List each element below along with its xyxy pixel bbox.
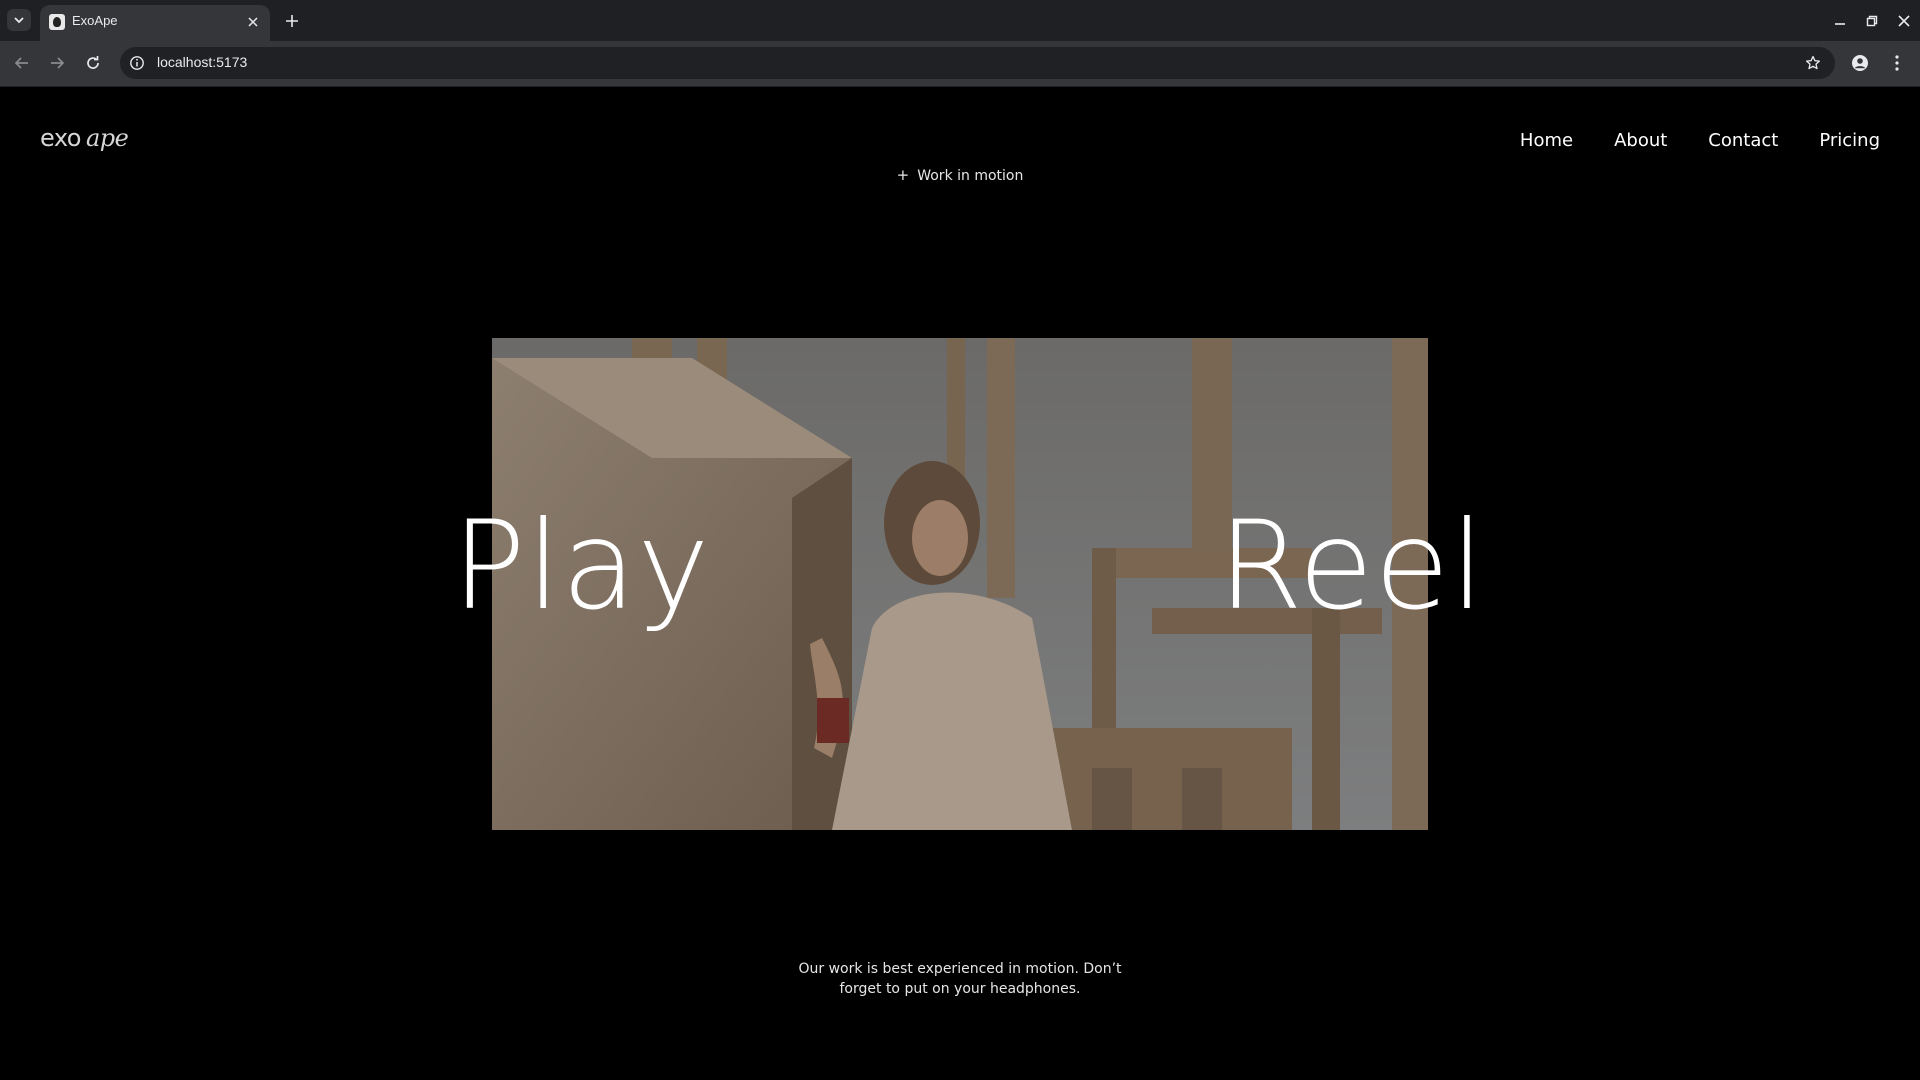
caption-line-1: Our work is best experienced in motion. … [798, 961, 1122, 977]
url-text[interactable]: localhost:5173 [157, 54, 247, 70]
browser-tab-strip: ExoApe [0, 0, 1920, 41]
eyebrow-text: Work in motion [917, 168, 1024, 184]
close-icon [1898, 14, 1910, 27]
nav-home[interactable]: Home [1520, 130, 1573, 151]
page-viewport: exo ape Home About Contact Pricing + Work … [0, 87, 1920, 1080]
site-info-button[interactable] [128, 54, 146, 72]
close-window-button[interactable] [1888, 0, 1920, 41]
browser-tab[interactable]: ExoApe [40, 5, 270, 41]
chevron-down-icon [14, 17, 24, 24]
restore-button[interactable] [1856, 0, 1888, 41]
tab-title: ExoApe [72, 13, 118, 28]
site-favicon-icon [49, 14, 65, 30]
profile-button[interactable] [1847, 50, 1873, 76]
close-tab-button[interactable] [244, 13, 262, 31]
section-eyebrow: + Work in motion [0, 166, 1920, 184]
main-nav: Home About Contact Pricing [1520, 130, 1880, 151]
hero-word-reel: Reel [1218, 495, 1486, 637]
logo-ape: ape [86, 124, 129, 152]
logo-exo: exo [40, 124, 82, 152]
minimize-icon [1835, 22, 1845, 25]
kebab-menu-icon [1895, 55, 1899, 71]
nav-pricing[interactable]: Pricing [1819, 130, 1880, 151]
nav-about[interactable]: About [1614, 130, 1667, 151]
close-icon [248, 17, 258, 27]
hero-word-play: Play [452, 495, 711, 637]
window-controls [1824, 0, 1920, 41]
browser-menu-button[interactable] [1884, 50, 1910, 76]
reload-icon [87, 56, 99, 69]
address-bar[interactable]: localhost:5173 [120, 47, 1835, 79]
arrow-left-icon [14, 57, 28, 69]
site-logo[interactable]: exo ape [40, 124, 129, 152]
reel-caption: Our work is best experienced in motion. … [0, 959, 1920, 999]
star-icon [1805, 55, 1821, 70]
browser-toolbar: localhost:5173 [0, 41, 1920, 87]
tab-list-button[interactable] [7, 9, 31, 31]
forward-button[interactable] [44, 50, 70, 76]
plus-icon: + [896, 166, 910, 184]
bookmark-button[interactable] [1803, 53, 1823, 73]
plus-icon [286, 15, 298, 27]
new-tab-button[interactable] [280, 9, 304, 33]
person-icon [1852, 55, 1868, 71]
nav-contact[interactable]: Contact [1708, 130, 1778, 151]
reload-button[interactable] [80, 50, 106, 76]
caption-line-2: forget to put on your headphones. [839, 981, 1081, 997]
minimize-button[interactable] [1824, 0, 1856, 41]
arrow-right-icon [51, 57, 65, 69]
restore-icon [1866, 15, 1878, 26]
info-icon [130, 56, 144, 70]
back-button[interactable] [9, 50, 35, 76]
